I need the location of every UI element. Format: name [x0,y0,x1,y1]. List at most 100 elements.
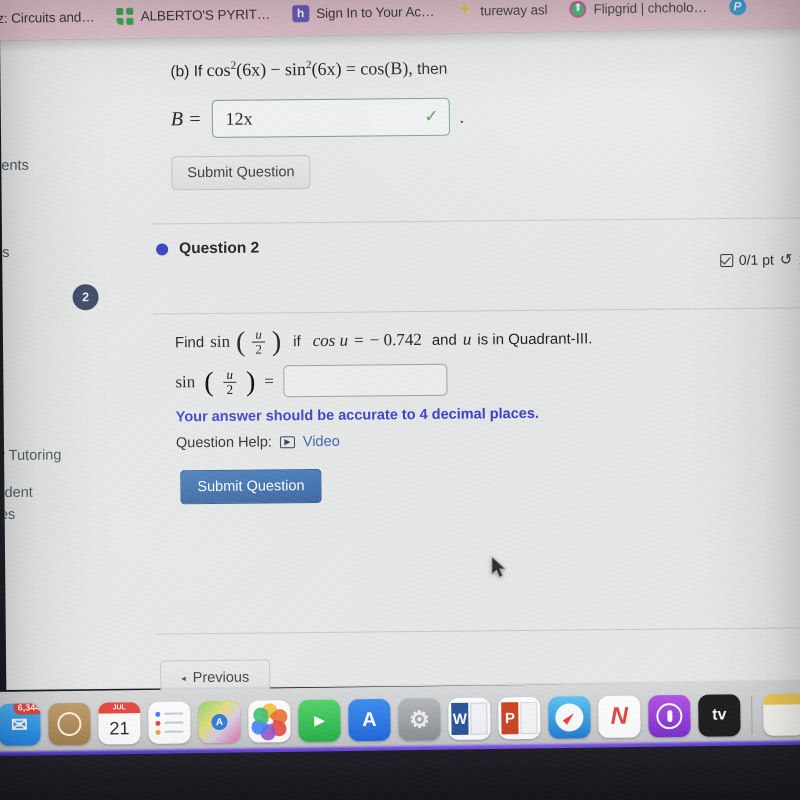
browser-tab-5[interactable]: P [718,0,747,29]
dock-apple-tv-icon[interactable] [698,694,741,737]
dock-notes-icon[interactable] [763,693,800,736]
dock-app-store-icon[interactable] [348,698,391,742]
mouse-cursor [491,556,506,578]
cos-token: cos [206,59,231,81]
question1-answer-row: B = 12x ✓ . [170,97,465,139]
fraction-u-over-2: u 2 [223,366,237,396]
fraction-numerator: u [226,366,234,382]
part-b-label: (b) If [170,63,203,81]
cos-u-token: cos u [312,330,349,351]
close-paren: ) [245,366,256,398]
dock-news-icon[interactable] [598,695,641,739]
question-number-badge[interactable]: 2 [72,284,99,311]
question1-answer-value: 12x [225,108,253,129]
flipgrid-icon: ⬆ [569,0,587,18]
equals-sign: = [264,371,275,391]
browser-tab-1[interactable]: ALBERTO'S PYRIT… [105,0,281,38]
pinterest-icon: P [728,0,747,15]
mail-badge: 6,344 [13,703,41,715]
dock-calendar-icon[interactable]: JUL 21 [98,702,141,745]
browser-tab-2[interactable]: h Sign In to Your Ac… [281,0,446,35]
question2-answer-row: sin ( u 2 ) = [175,363,448,399]
browser-tab-label: iz: Circuits and… [0,8,95,26]
sidebar-item-student[interactable]: tudent [0,485,33,501]
question2-submit-button[interactable]: Submit Question [180,468,322,505]
question2-header: Question 2 [156,240,259,259]
correct-check-icon: ✓ [424,106,439,126]
fraction-denominator: 2 [223,381,237,396]
find-label: Find [174,333,205,351]
browser-tab-3[interactable]: ✦ tureway asl [445,0,559,33]
close-paren: ) [271,325,282,358]
calendar-day: 21 [109,718,130,739]
equals-sign: = [354,330,364,350]
question2-title: Question 2 [179,239,260,258]
sidebar-item-generic[interactable]: r [0,400,1,416]
fraction-denominator: 2 [252,341,265,356]
sidebar-item-grades[interactable]: nts [0,245,10,261]
if-label: if [293,332,301,350]
retry-icon[interactable]: ↺ [780,250,793,268]
section-divider [152,307,800,315]
video-link[interactable]: Video [303,434,340,450]
arg-6x: (6x) [236,59,267,80]
browser-tab-label: Flipgrid | chcholo… [593,0,708,17]
dock-reminders-icon[interactable] [148,701,191,744]
sidebar-item-assignments[interactable]: ments [0,158,29,174]
variable-u: u [462,329,472,349]
dock-divider [751,696,753,735]
sidebar-item-resources[interactable]: ces [0,507,15,523]
dock-contacts-icon[interactable] [48,702,91,746]
sidebar-item-tutoring[interactable]: or Tutoring [0,447,61,464]
dock-system-settings-icon[interactable] [398,698,441,741]
star-icon: ✦ [457,1,472,19]
play-video-icon[interactable]: ▶ [279,436,295,449]
dock-microsoft-powerpoint-icon[interactable]: P [498,696,541,740]
browser-tab-label: ALBERTO'S PYRIT… [140,6,271,24]
dock-maps-icon[interactable]: A [198,700,241,744]
dock-photos-icon[interactable] [248,700,291,743]
webpage-body: ments nts r or Tutoring tudent ces 2 (b)… [0,22,800,697]
open-paren: ( [204,366,214,398]
cos-b-token: cos(B), [360,58,413,79]
then-label: then [417,60,448,78]
browser-tab-label: tureway asl [480,1,548,18]
minus-sign: − [270,59,281,80]
sin-token: sin [210,331,231,352]
word-letter: W [451,702,469,735]
clover-icon [116,7,134,25]
question1-submit-button[interactable]: Submit Question [171,155,311,191]
section-divider [155,627,800,635]
dock-mail-icon[interactable]: 6,344 [0,703,41,746]
arg-6x: (6x) [311,58,342,80]
equals-sign: = [345,58,357,79]
dock-podcasts-icon[interactable] [648,694,691,738]
question1-answer-input[interactable]: 12x ✓ [211,97,450,138]
score-text: 0/1 pt [738,251,774,268]
dock-microsoft-word-icon[interactable]: W [448,697,491,741]
h-letter-icon: h [292,4,310,22]
quadrant-label: is in Quadrant-III. [477,329,593,349]
question2-answer-input[interactable] [282,363,448,398]
question1-statement: (b) If cos2(6x) − sin2(6x) = cos(B), the… [170,58,447,82]
left-arrow-icon: ◂ [181,672,186,683]
section-divider [151,217,800,225]
question2-score-badge: 0/1 pt ↺ 1 [719,250,800,269]
map-pin-icon: A [211,713,228,731]
browser-tab-0[interactable]: iz: Circuits and… [0,0,106,40]
powerpoint-letter: P [501,702,519,735]
question-help-row: Question Help: ▶ Video [176,434,340,452]
dock-facetime-icon[interactable] [298,699,341,742]
accuracy-note: Your answer should be accurate to 4 deci… [175,405,539,426]
previous-label: Previous [192,669,250,687]
browser-tab-label: Sign In to Your Ac… [316,3,435,21]
browser-tab-4[interactable]: ⬆ Flipgrid | chcholo… [558,0,718,31]
b-equals-label: B = [170,107,202,130]
checkbox-icon [719,253,733,267]
fraction-numerator: u [255,326,262,342]
fraction-u-over-2: u 2 [252,326,265,356]
dock-safari-icon[interactable] [548,696,591,739]
question2-statement: Find sin ( u 2 ) if cos u = − 0.742 and … [174,324,593,358]
assignment-content: (b) If cos 2 (6x) − sin 2 (6x) = cos(B), the… [148,22,800,697]
and-label: and [431,331,457,349]
